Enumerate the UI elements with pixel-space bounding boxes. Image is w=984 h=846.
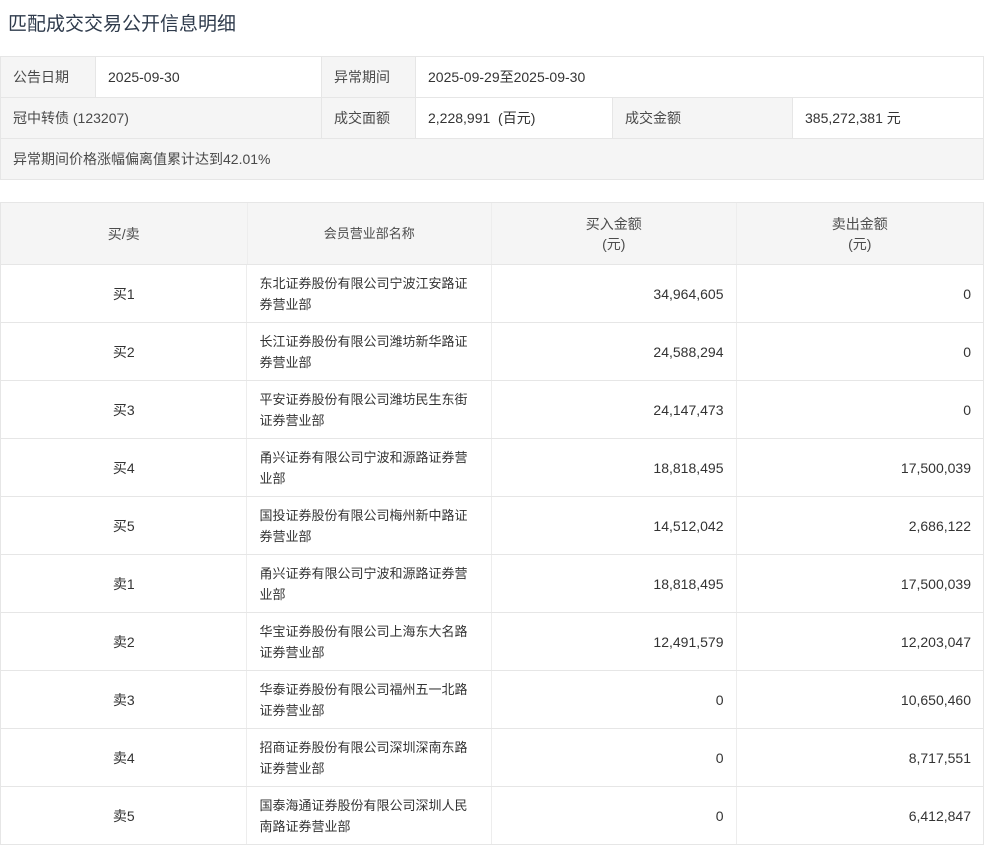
row-side-cell: 买3 [1,381,247,438]
header-sell-line2: (元) [848,234,871,254]
row-buy-cell: 14,512,042 [492,497,737,554]
row-side-cell: 卖5 [1,787,247,844]
page-title: 匹配成交交易公开信息明细 [8,13,984,37]
table-body: 买1 东北证券股份有限公司宁波江安路证券营业部 34,964,605 0 买2 … [1,265,983,845]
abnormal-period-label: 异常期间 [322,57,416,97]
header-buy-line2: (元) [602,234,625,254]
header-buy-line1: 买入金额 [586,214,642,234]
row-sell-cell: 17,500,039 [737,555,984,612]
announce-date-value: 2025-09-30 [96,57,322,97]
table-row: 买5 国投证券股份有限公司梅州新中路证券营业部 14,512,042 2,686… [1,497,983,555]
row-branch-cell: 甬兴证券有限公司宁波和源路证券营业部 [247,555,492,612]
face-value: 2,228,991 (百元) [416,98,613,138]
row-branch-cell: 华宝证券股份有限公司上海东大名路证券营业部 [247,613,492,670]
row-side-cell: 买5 [1,497,247,554]
trade-table: 买/卖 会员营业部名称 买入金额 (元) 卖出金额 (元) 买1 东北证券股份有… [0,202,984,845]
row-side-cell: 卖4 [1,729,247,786]
table-row: 买1 东北证券股份有限公司宁波江安路证券营业部 34,964,605 0 [1,265,983,323]
info-row-dates: 公告日期 2025-09-30 异常期间 2025-09-29至2025-09-… [1,57,983,98]
deviation-note: 异常期间价格涨幅偏离值累计达到42.01% [1,139,983,179]
table-row: 买4 甬兴证券有限公司宁波和源路证券营业部 18,818,495 17,500,… [1,439,983,497]
row-buy-cell: 18,818,495 [492,439,737,496]
row-side-cell: 买4 [1,439,247,496]
row-branch-cell: 甬兴证券有限公司宁波和源路证券营业部 [247,439,492,496]
row-branch-cell: 国泰海通证券股份有限公司深圳人民南路证券营业部 [247,787,492,844]
row-buy-cell: 24,588,294 [492,323,737,380]
row-side-cell: 买1 [1,265,247,322]
row-buy-cell: 24,147,473 [492,381,737,438]
info-row-deviation: 异常期间价格涨幅偏离值累计达到42.01% [1,139,983,180]
row-sell-cell: 0 [737,381,984,438]
row-buy-cell: 0 [492,671,737,728]
row-buy-cell: 12,491,579 [492,613,737,670]
page: 匹配成交交易公开信息明细 公告日期 2025-09-30 异常期间 2025-0… [0,13,984,845]
turnover-label: 成交金额 [613,98,793,138]
turnover-value: 385,272,381 元 [793,98,983,138]
table-row: 卖2 华宝证券股份有限公司上海东大名路证券营业部 12,491,579 12,2… [1,613,983,671]
disclosure-info-grid: 公告日期 2025-09-30 异常期间 2025-09-29至2025-09-… [0,56,984,180]
row-sell-cell: 17,500,039 [737,439,984,496]
row-branch-cell: 华泰证券股份有限公司福州五一北路证券营业部 [247,671,492,728]
header-sell-line1: 卖出金额 [832,214,888,234]
row-sell-cell: 8,717,551 [737,729,984,786]
table-row: 卖3 华泰证券股份有限公司福州五一北路证券营业部 0 10,650,460 [1,671,983,729]
header-side-label: 买/卖 [108,224,140,244]
row-side-cell: 买2 [1,323,247,380]
table-header-row: 买/卖 会员营业部名称 买入金额 (元) 卖出金额 (元) [1,203,983,265]
table-row: 卖5 国泰海通证券股份有限公司深圳人民南路证券营业部 0 6,412,847 [1,787,983,845]
row-branch-cell: 国投证券股份有限公司梅州新中路证券营业部 [247,497,492,554]
row-sell-cell: 12,203,047 [737,613,984,670]
header-sell-amount: 卖出金额 (元) [737,203,984,264]
face-value-label: 成交面额 [322,98,416,138]
security-name: 冠中转债 (123207) [1,98,322,138]
info-row-security: 冠中转债 (123207) 成交面额 2,228,991 (百元) 成交金额 3… [1,98,983,139]
row-branch-cell: 长江证券股份有限公司潍坊新华路证券营业部 [247,323,492,380]
row-side-cell: 卖2 [1,613,247,670]
table-row: 买3 平安证券股份有限公司潍坊民生东街证券营业部 24,147,473 0 [1,381,983,439]
table-row: 买2 长江证券股份有限公司潍坊新华路证券营业部 24,588,294 0 [1,323,983,381]
row-sell-cell: 0 [737,323,984,380]
row-sell-cell: 6,412,847 [737,787,984,844]
row-buy-cell: 18,818,495 [492,555,737,612]
header-buy-amount: 买入金额 (元) [492,203,737,264]
row-branch-cell: 招商证券股份有限公司深圳深南东路证券营业部 [247,729,492,786]
row-sell-cell: 0 [737,265,984,322]
abnormal-period-value: 2025-09-29至2025-09-30 [416,57,983,97]
announce-date-label: 公告日期 [1,57,96,97]
row-sell-cell: 2,686,122 [737,497,984,554]
row-sell-cell: 10,650,460 [737,671,984,728]
row-buy-cell: 34,964,605 [492,265,737,322]
row-buy-cell: 0 [492,787,737,844]
row-side-cell: 卖1 [1,555,247,612]
table-row: 卖1 甬兴证券有限公司宁波和源路证券营业部 18,818,495 17,500,… [1,555,983,613]
table-row: 卖4 招商证券股份有限公司深圳深南东路证券营业部 0 8,717,551 [1,729,983,787]
header-branch-label: 会员营业部名称 [324,224,415,244]
row-branch-cell: 平安证券股份有限公司潍坊民生东街证券营业部 [247,381,492,438]
header-side: 买/卖 [1,203,248,264]
row-side-cell: 卖3 [1,671,247,728]
header-branch: 会员营业部名称 [248,203,493,264]
row-buy-cell: 0 [492,729,737,786]
row-branch-cell: 东北证券股份有限公司宁波江安路证券营业部 [247,265,492,322]
